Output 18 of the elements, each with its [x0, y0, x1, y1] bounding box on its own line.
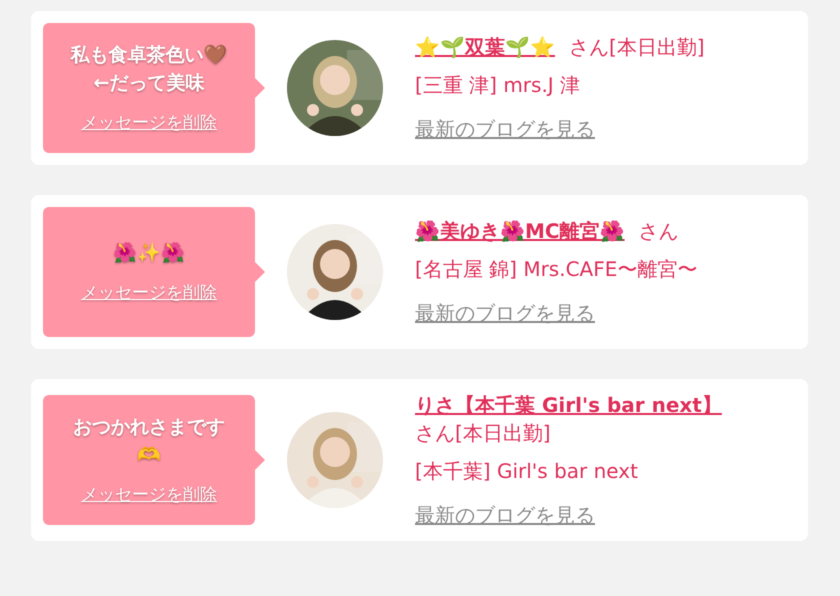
honorific-status: さん[本日出勤]: [569, 34, 705, 61]
message-text: 私も食卓茶色い🤎 ←だって美味: [70, 42, 228, 96]
shop-label: [三重 津] mrs.J 津: [415, 72, 582, 99]
message-text: 🌺✨🌺: [113, 240, 185, 266]
honorific-status: さん[本日出勤]: [415, 420, 551, 447]
blog-link[interactable]: 最新のブログを見る: [415, 115, 595, 143]
delete-message-link[interactable]: メッセージを削除: [81, 281, 217, 304]
profile-name-link[interactable]: 🌺美ゆき🌺MC離宮🌺: [415, 219, 625, 243]
blog-link[interactable]: 最新のブログを見る: [415, 299, 595, 327]
shop-label: [本千葉] Girl's bar next: [415, 458, 639, 485]
profile-name-link[interactable]: りさ【本千葉 Girl's bar next】: [415, 393, 722, 417]
message-text: おつかれさまです 🫶: [73, 414, 225, 468]
delete-message-link[interactable]: メッセージを削除: [81, 483, 217, 506]
delete-message-link[interactable]: メッセージを削除: [81, 111, 217, 134]
honorific-status: さん: [638, 218, 679, 245]
blog-link[interactable]: 最新のブログを見る: [415, 501, 595, 529]
shop-label: [名古屋 錦] Mrs.CAFE〜離宮〜: [415, 256, 698, 283]
profile-name-link[interactable]: ⭐🌱双葉🌱⭐: [415, 35, 555, 59]
